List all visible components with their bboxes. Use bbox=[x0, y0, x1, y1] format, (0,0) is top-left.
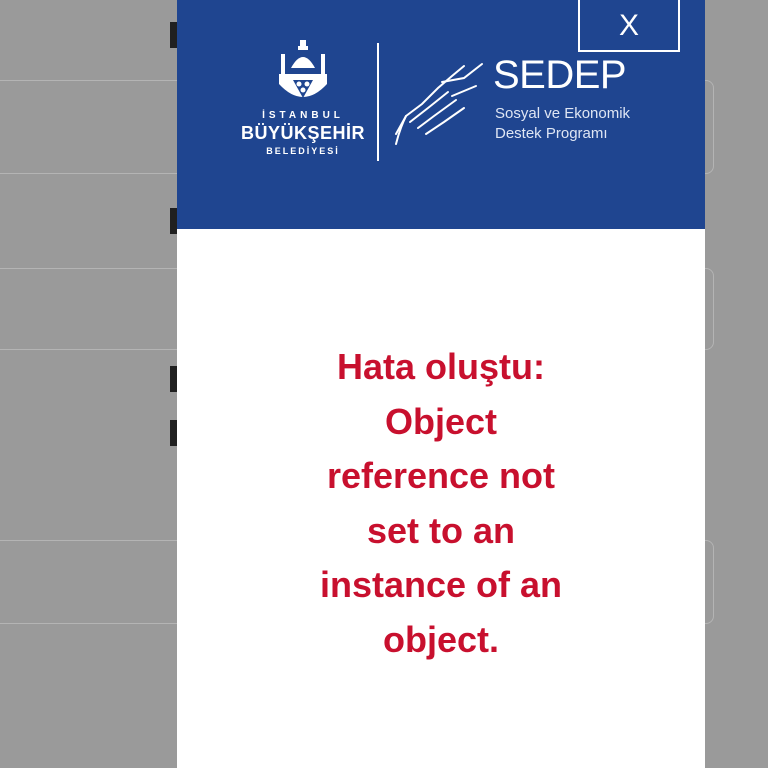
error-line: reference not bbox=[326, 455, 556, 496]
program-subtitle-line2: Destek Programı bbox=[495, 125, 608, 142]
close-button[interactable]: X bbox=[578, 0, 680, 52]
ibb-name-line2: BÜYÜKŞEHİR bbox=[241, 123, 366, 143]
error-line: set to an bbox=[366, 509, 516, 551]
error-line: instance of an bbox=[319, 564, 563, 605]
ibb-emblem-icon bbox=[279, 40, 327, 98]
helping-hands-icon bbox=[395, 63, 483, 145]
ibb-name-line3: BELEDİYESİ bbox=[266, 146, 340, 156]
program-title: SEDEP bbox=[493, 53, 627, 97]
program-subtitle-line1: Sosyal ve Ekonomik bbox=[495, 105, 631, 122]
program-subtitle: Sosyal ve Ekonomik Destek Programı bbox=[495, 104, 630, 144]
error-line: Object bbox=[384, 400, 498, 442]
ibb-logo: İSTANBUL BÜYÜKŞEHİR BELEDİYESİ bbox=[241, 40, 365, 170]
error-modal: İSTANBUL BÜYÜKŞEHİR BELEDİYESİ SEDEP Sos… bbox=[177, 0, 705, 768]
ibb-name-line1: İSTANBUL bbox=[262, 110, 344, 121]
header-divider bbox=[377, 43, 379, 161]
error-line: object. bbox=[382, 618, 499, 660]
error-line: Hata oluştu: bbox=[336, 346, 545, 387]
error-message: Hata oluştu: Object reference not set to… bbox=[177, 340, 705, 667]
modal-header: İSTANBUL BÜYÜKŞEHİR BELEDİYESİ SEDEP Sos… bbox=[177, 0, 705, 229]
